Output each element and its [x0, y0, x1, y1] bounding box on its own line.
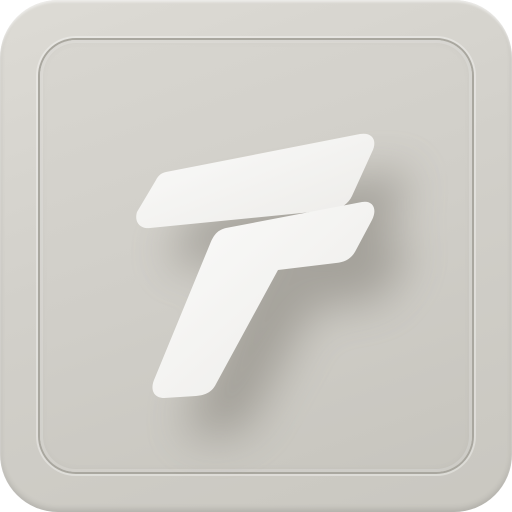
stylized-f-icon	[136, 133, 409, 436]
app-icon[interactable]	[0, 0, 512, 512]
app-icon-canvas	[0, 0, 512, 512]
